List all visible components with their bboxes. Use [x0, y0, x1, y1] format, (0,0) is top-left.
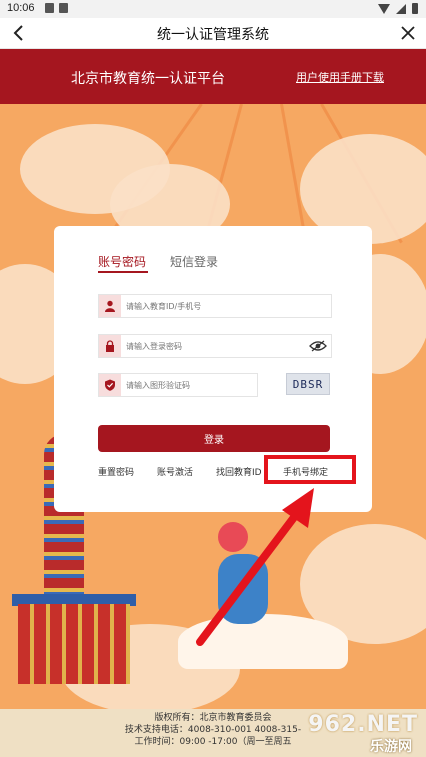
notification-icon: [45, 3, 54, 13]
header-band: 北京市教育统一认证平台 用户使用手册下载: [0, 49, 426, 104]
activate-account-link[interactable]: 账号激活: [157, 465, 193, 478]
highlight-box: [264, 455, 356, 484]
shield-icon: [99, 374, 121, 396]
password-field: [98, 334, 332, 358]
notification-icon: [59, 3, 68, 13]
site-watermark: 962.NET 乐游网: [284, 712, 422, 755]
status-bar: 10:06: [0, 0, 426, 18]
toggle-password-visibility-icon[interactable]: [309, 339, 327, 353]
account-input[interactable]: [126, 297, 296, 315]
password-input[interactable]: [126, 337, 296, 355]
signal-icon: [396, 3, 406, 14]
watermark-text: 962.NET: [308, 712, 418, 737]
active-tab-underline: [98, 271, 148, 273]
nav-bar: 统一认证管理系统: [0, 18, 426, 49]
watermark-subtext: 乐游网: [370, 739, 412, 755]
tab-sms-login[interactable]: 短信登录: [170, 253, 218, 270]
tab-account-password[interactable]: 账号密码: [98, 253, 146, 270]
reset-password-link[interactable]: 重置密码: [98, 465, 134, 478]
user-manual-download-link[interactable]: 用户使用手册下载: [296, 69, 384, 85]
status-time: 10:06: [7, 2, 35, 14]
user-icon: [99, 295, 121, 317]
page-title: 统一认证管理系统: [157, 27, 269, 43]
platform-name: 北京市教育统一认证平台: [71, 71, 225, 87]
account-field: [98, 294, 332, 318]
notification-icons: [45, 3, 68, 13]
close-icon[interactable]: [398, 23, 418, 43]
recover-education-id-link[interactable]: 找回教育ID: [216, 465, 262, 478]
captcha-image[interactable]: DBSR: [286, 373, 330, 395]
annotation-arrow-icon: [196, 488, 314, 646]
captcha-field: [98, 373, 258, 397]
system-icons: [378, 3, 418, 14]
captcha-input[interactable]: [126, 376, 251, 394]
wifi-icon: [378, 3, 390, 14]
lock-icon: [99, 335, 121, 357]
login-button[interactable]: 登录: [98, 425, 330, 452]
battery-icon: [412, 3, 418, 14]
